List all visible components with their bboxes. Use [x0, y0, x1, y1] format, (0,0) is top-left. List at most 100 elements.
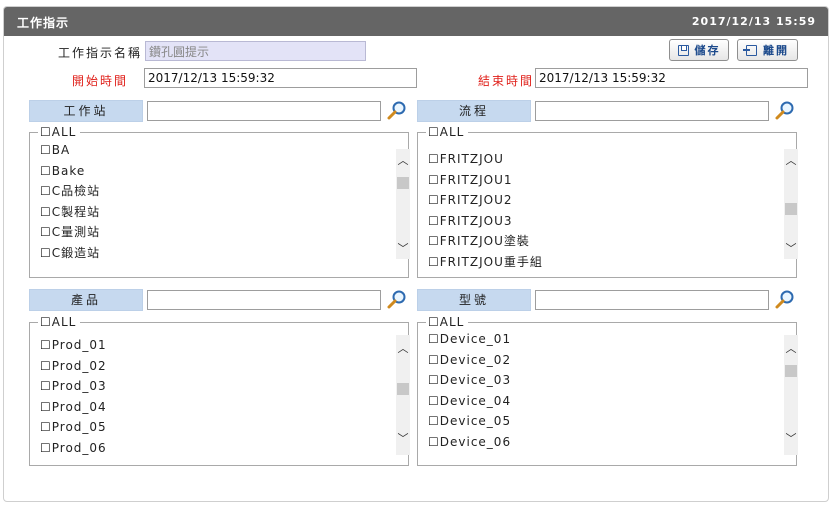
- checkbox[interactable]: ☐: [40, 143, 52, 157]
- model-search-input[interactable]: [535, 290, 769, 310]
- checkbox[interactable]: ☐: [40, 379, 52, 393]
- checkbox[interactable]: ☐: [40, 125, 52, 139]
- list-item[interactable]: ☐C品檢站: [40, 181, 390, 202]
- list-item[interactable]: ☐BA: [40, 140, 390, 161]
- list-item[interactable]: ☐FRITZJOU: [428, 149, 778, 170]
- name-field[interactable]: [145, 41, 366, 61]
- chevron-up-icon[interactable]: ︿: [784, 155, 798, 167]
- checkbox[interactable]: ☐: [428, 414, 440, 428]
- checkbox[interactable]: ☐: [40, 359, 52, 373]
- chevron-down-icon[interactable]: ﹀: [396, 433, 410, 445]
- item-label: FRITZJOU2: [439, 193, 513, 207]
- checkbox[interactable]: ☐: [428, 373, 440, 387]
- list-item[interactable]: ☐Device_04: [428, 391, 778, 412]
- exit-icon: [743, 44, 757, 56]
- chevron-down-icon[interactable]: ﹀: [784, 433, 798, 445]
- scroll-thumb[interactable]: [785, 365, 797, 377]
- item-label: Device_03: [439, 373, 512, 387]
- save-button[interactable]: 儲存: [669, 39, 729, 61]
- list-item[interactable]: ☐Prod_05: [40, 417, 390, 438]
- list-item[interactable]: ☐Prod_03: [40, 376, 390, 397]
- checkbox[interactable]: ☐: [428, 394, 440, 408]
- item-label: FRITZJOU: [439, 152, 504, 166]
- station-search-input[interactable]: [147, 101, 381, 121]
- start-time-field[interactable]: [144, 68, 417, 88]
- product-search-input[interactable]: [147, 290, 381, 310]
- chevron-up-icon[interactable]: ︿: [396, 155, 410, 167]
- list-item[interactable]: ☐FRITZJOU塗裝: [428, 231, 778, 252]
- magnifier-icon[interactable]: [386, 289, 408, 311]
- chevron-down-icon[interactable]: ﹀: [396, 243, 410, 255]
- process-search-input[interactable]: [535, 101, 769, 121]
- model-scrollbar[interactable]: ︿ ﹀: [784, 335, 798, 455]
- checkbox[interactable]: ☐: [40, 420, 52, 434]
- list-item[interactable]: ☐Prod_04: [40, 397, 390, 418]
- name-label: 工作指示名稱: [58, 46, 143, 60]
- save-label: 儲存: [694, 44, 721, 57]
- checkbox[interactable]: ☐: [428, 214, 440, 228]
- scroll-thumb[interactable]: [397, 177, 409, 189]
- magnifier-icon[interactable]: [774, 289, 796, 311]
- station-scrollbar[interactable]: ︿ ﹀: [396, 149, 410, 259]
- checkbox[interactable]: ☐: [40, 164, 52, 178]
- checkbox[interactable]: ☐: [428, 234, 440, 248]
- station-checklist: ☐ALL ☐BA ☐Bake ☐C品檢站 ☐C製程站 ☐C量測站 ☐C鍛造站 ︿…: [29, 125, 410, 278]
- checkbox[interactable]: ☐: [428, 332, 440, 346]
- checkbox[interactable]: ☐: [40, 338, 52, 352]
- list-item[interactable]: ☐FRITZJOU2: [428, 190, 778, 211]
- list-item[interactable]: ☐Prod_02: [40, 356, 390, 377]
- product-scrollbar[interactable]: ︿ ﹀: [396, 335, 410, 455]
- list-item[interactable]: ☐Device_01: [428, 329, 778, 350]
- process-scrollbar[interactable]: ︿ ﹀: [784, 149, 798, 259]
- list-item[interactable]: ☐FRITZJOU1: [428, 170, 778, 191]
- checkbox[interactable]: ☐: [40, 246, 52, 260]
- checkbox[interactable]: ☐: [428, 353, 440, 367]
- list-item[interactable]: ☐C量測站: [40, 222, 390, 243]
- item-label: C鍛造站: [51, 245, 101, 260]
- list-item[interactable]: ☐Prod_06: [40, 438, 390, 459]
- checkbox[interactable]: ☐: [428, 125, 440, 139]
- magnifier-icon[interactable]: [774, 100, 796, 122]
- exit-label: 離開: [763, 44, 789, 57]
- scroll-thumb[interactable]: [785, 203, 797, 215]
- list-item[interactable]: ☐C鍛造站: [40, 243, 390, 264]
- checkbox[interactable]: ☐: [40, 205, 52, 219]
- process-all-option[interactable]: ☐ALL: [426, 125, 469, 139]
- checkbox[interactable]: ☐: [40, 315, 52, 329]
- checkbox[interactable]: ☐: [40, 184, 52, 198]
- checkbox[interactable]: ☐: [428, 193, 440, 207]
- end-time-field[interactable]: [535, 68, 808, 88]
- list-item[interactable]: ☐FRITZJOU重手組: [428, 252, 778, 270]
- list-item[interactable]: ☐Device_02: [428, 350, 778, 371]
- checkbox[interactable]: ☐: [428, 152, 440, 166]
- checkbox[interactable]: ☐: [40, 441, 52, 455]
- list-item[interactable]: ☐Bake: [40, 161, 390, 182]
- list-item[interactable]: ☐Device_06: [428, 432, 778, 453]
- list-item[interactable]: ☐C製程站: [40, 202, 390, 223]
- chevron-up-icon[interactable]: ︿: [784, 343, 798, 355]
- list-item[interactable]: ☐Device_03: [428, 370, 778, 391]
- list-item[interactable]: ☐Prod_01: [40, 335, 390, 356]
- list-item[interactable]: ☐Device_05: [428, 411, 778, 432]
- checkbox[interactable]: ☐: [428, 315, 440, 329]
- start-time-label: 開始時間: [72, 74, 129, 88]
- item-label: Prod_02: [51, 358, 107, 373]
- all-label: ALL: [51, 315, 77, 329]
- model-all-option[interactable]: ☐ALL: [426, 315, 469, 329]
- chevron-up-icon[interactable]: ︿: [396, 343, 410, 355]
- floppy-icon: [677, 44, 689, 56]
- list-item[interactable]: ☐FRITZJOU3: [428, 211, 778, 232]
- item-label: Bake: [51, 163, 86, 178]
- checkbox[interactable]: ☐: [40, 225, 52, 239]
- checkbox[interactable]: ☐: [40, 400, 52, 414]
- item-label: C製程站: [51, 204, 101, 219]
- station-all-option[interactable]: ☐ALL: [38, 125, 81, 139]
- product-all-option[interactable]: ☐ALL: [38, 315, 81, 329]
- checkbox[interactable]: ☐: [428, 255, 440, 269]
- scroll-thumb[interactable]: [397, 383, 409, 395]
- exit-button[interactable]: 離開: [737, 39, 798, 61]
- magnifier-icon[interactable]: [386, 100, 408, 122]
- checkbox[interactable]: ☐: [428, 435, 440, 449]
- checkbox[interactable]: ☐: [428, 173, 440, 187]
- chevron-down-icon[interactable]: ﹀: [784, 243, 798, 255]
